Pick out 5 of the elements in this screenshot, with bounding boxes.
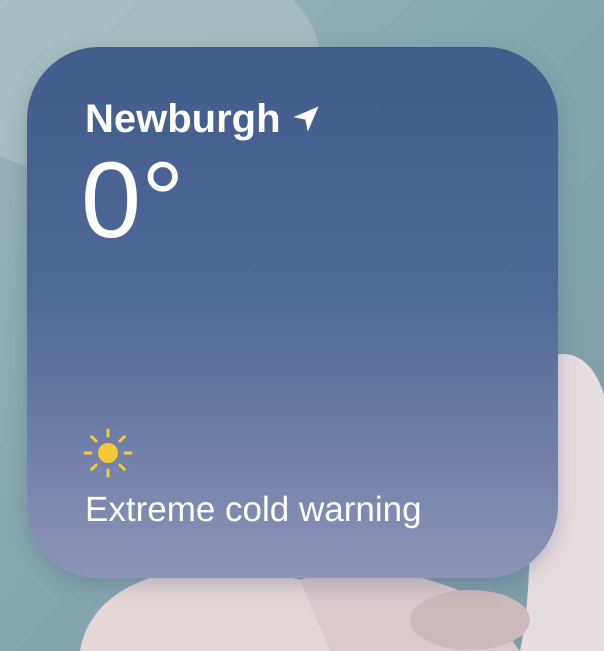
- city-name: Newburgh: [85, 96, 281, 143]
- weather-widget[interactable]: Newburgh 0° Extreme cold warning: [27, 47, 558, 578]
- temperature: 0°: [81, 145, 184, 255]
- sun-icon: [83, 428, 133, 478]
- alert-text: Extreme cold warning: [85, 489, 422, 531]
